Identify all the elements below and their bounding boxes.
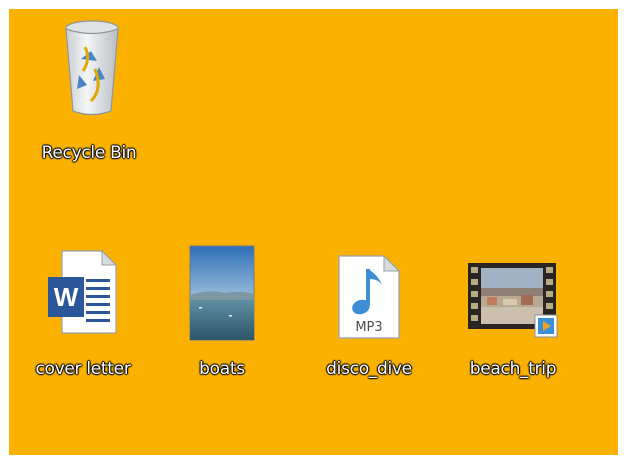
desktop-icon-label: beach_trip [469,359,557,379]
desktop-icon-recycle-bin[interactable]: Recycle Bin [32,19,152,163]
svg-text:MP3: MP3 [355,320,382,335]
desktop-icon-disco-dive[interactable]: MP3 disco_dive [309,245,429,379]
image-file-icon [189,245,255,341]
mp3-file-icon: MP3 [338,255,400,339]
desktop-icon-label: Recycle Bin [41,143,137,163]
desktop-icon-boats[interactable]: boats [162,245,282,379]
word-document-icon: W [48,249,118,334]
svg-text:W: W [54,282,79,312]
video-file-icon [468,263,558,338]
desktop-icon-cover-letter[interactable]: W cover letter [23,245,143,379]
desktop-icon-beach-trip[interactable]: beach_trip [453,245,573,379]
desktop-icon-label: disco_dive [326,359,412,379]
recycle-bin-icon [65,20,119,116]
desktop-icon-label: cover letter [35,359,131,379]
desktop-icon-label: boats [199,359,245,379]
desktop[interactable]: Recycle Bin W cover letter boats MP3 dis… [9,9,618,455]
